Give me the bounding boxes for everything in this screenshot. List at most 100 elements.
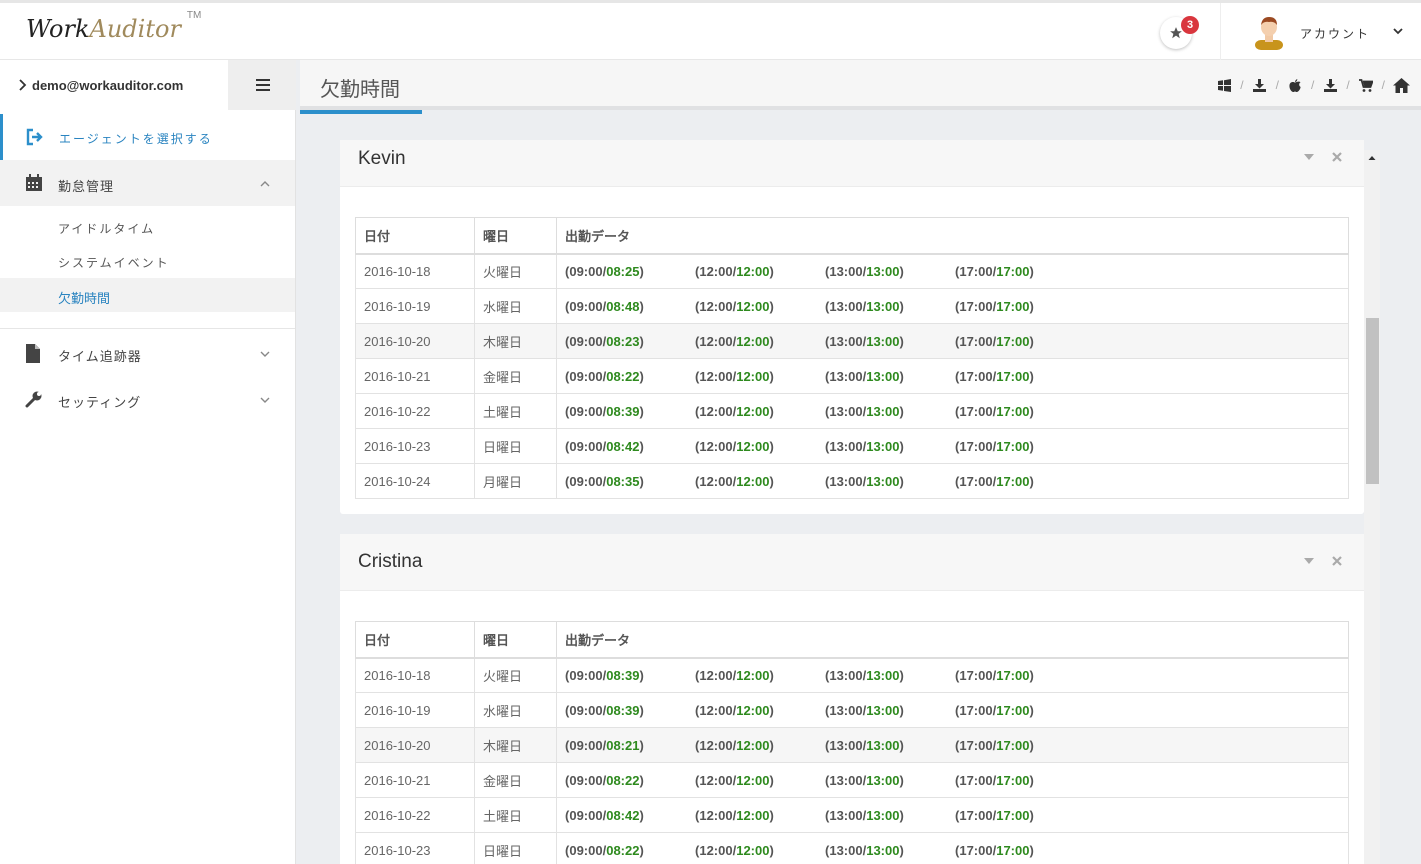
user-row[interactable]: demo@workauditor.com — [0, 60, 228, 110]
scheduled-time: 13:00 — [829, 842, 863, 858]
scheduled-time: 09:00 — [569, 438, 603, 454]
attendance-cell: (09:00/08:25) (12:00/12:00) (13:00/13:00) (… — [556, 253, 1349, 289]
date-cell: 2016-10-19 — [355, 288, 475, 324]
scroll-up-arrow[interactable] — [1364, 150, 1380, 166]
apple-icon[interactable] — [1285, 76, 1305, 94]
time-pair: (12:00/12:00) — [695, 403, 774, 419]
scheduled-time: 13:00 — [829, 473, 863, 489]
actual-time: 17:00 — [996, 807, 1030, 823]
scheduled-time: 17:00 — [959, 737, 993, 753]
close-icon[interactable] — [1332, 152, 1342, 162]
column-header-day[interactable]: 曜日 — [474, 217, 557, 255]
scrollbar-track[interactable] — [1364, 150, 1380, 864]
chevron-down-icon — [260, 397, 270, 403]
logo-work: Work — [26, 15, 90, 43]
download-icon[interactable] — [1250, 76, 1270, 94]
actual-time: 08:22 — [606, 842, 640, 858]
actual-time: 12:00 — [736, 772, 770, 788]
caret-down-icon[interactable] — [1304, 558, 1314, 564]
time-pair: (13:00/13:00) — [825, 842, 904, 858]
windows-icon[interactable] — [1214, 76, 1234, 94]
time-pair: (09:00/08:21) — [565, 737, 644, 753]
scrollbar-thumb[interactable] — [1366, 318, 1379, 484]
download-toolbar: / / / / / — [1214, 76, 1411, 94]
actual-time: 12:00 — [736, 263, 770, 279]
cart-icon[interactable] — [1356, 76, 1376, 94]
table-row[interactable]: 2016-10-19 水曜日 (09:00/08:48) (12:00/12:00)(… — [355, 288, 1349, 324]
scheduled-time: 17:00 — [959, 333, 993, 349]
weekday-cell: 火曜日 — [474, 657, 557, 693]
chevron-down-icon[interactable] — [1392, 25, 1404, 37]
scheduled-time: 17:00 — [959, 263, 993, 279]
column-header-date[interactable]: 日付 — [355, 217, 475, 255]
time-pair: (17:00/17:00) — [955, 368, 1034, 384]
actual-time: 12:00 — [736, 807, 770, 823]
actual-time: 17:00 — [996, 403, 1030, 419]
column-header-date[interactable]: 日付 — [355, 621, 475, 659]
table-row[interactable]: 2016-10-21 金曜日 (09:00/08:22) (12:00/12:00)(… — [355, 358, 1349, 394]
time-pair: (13:00/13:00) — [825, 333, 904, 349]
submenu-item-absence-time[interactable]: 欠勤時間 — [0, 278, 295, 312]
scheduled-time: 09:00 — [569, 473, 603, 489]
date-cell: 2016-10-18 — [355, 253, 475, 289]
sidebar-item-select-agent[interactable]: エージェントを選択する — [0, 114, 295, 160]
close-icon[interactable] — [1332, 556, 1342, 566]
scheduled-time: 13:00 — [829, 263, 863, 279]
submenu-item-system-events[interactable]: システムイベント — [0, 244, 295, 278]
calendar-icon — [26, 174, 42, 191]
scheduled-time: 13:00 — [829, 737, 863, 753]
sidebar-item-attendance[interactable]: 勤怠管理 — [0, 160, 295, 206]
time-pair: (12:00/12:00) — [695, 807, 774, 823]
actual-time: 08:22 — [606, 772, 640, 788]
attendance-cell: (09:00/08:23) (12:00/12:00) (13:00/13:00) (… — [556, 323, 1349, 359]
table-row[interactable]: 2016-10-24 月曜日 (09:00/08:35) (12:00/12:00)(… — [355, 463, 1349, 499]
scheduled-time: 09:00 — [569, 298, 603, 314]
scheduled-time: 13:00 — [829, 702, 863, 718]
actual-time: 08:42 — [606, 438, 640, 454]
employee-panel-kevin: Kevin 日付 曜日 出勤データ 2016-10-18 火曜日 (09:00/08… — [340, 140, 1364, 514]
sidebar-item-settings[interactable]: セッティング — [0, 376, 295, 422]
table-row[interactable]: 2016-10-23 日曜日 (09:00/08:22) (12:00/12:00)(… — [355, 832, 1349, 864]
table-row[interactable]: 2016-10-23 日曜日 (09:00/08:42) (12:00/12:00)(… — [355, 428, 1349, 464]
employee-name: Cristina — [358, 551, 423, 572]
time-pair: (12:00/12:00) — [695, 298, 774, 314]
weekday-cell: 日曜日 — [474, 832, 557, 864]
attendance-table: 日付 曜日 出勤データ 2016-10-18 火曜日 (09:00/08:39) (1… — [355, 621, 1349, 864]
time-pair: (09:00/08:22) — [565, 368, 644, 384]
column-header-attendance[interactable]: 出勤データ — [556, 217, 1349, 255]
avatar[interactable] — [1252, 14, 1286, 50]
sidebar-item-time-tracker[interactable]: タイム追跡器 — [0, 330, 295, 376]
home-icon[interactable] — [1391, 76, 1411, 94]
column-header-day[interactable]: 曜日 — [474, 621, 557, 659]
submenu-label: 欠勤時間 — [58, 291, 111, 306]
actual-time: 08:23 — [606, 333, 640, 349]
submenu-item-idle-time[interactable]: アイドルタイム — [0, 210, 295, 244]
table-row[interactable]: 2016-10-22 土曜日 (09:00/08:42) (12:00/12:00)(… — [355, 797, 1349, 833]
scheduled-time: 17:00 — [959, 368, 993, 384]
actual-time: 12:00 — [736, 473, 770, 489]
table-row[interactable]: 2016-10-22 土曜日 (09:00/08:39) (12:00/12:00)(… — [355, 393, 1349, 429]
caret-down-icon[interactable] — [1304, 154, 1314, 160]
scheduled-time: 09:00 — [569, 333, 603, 349]
table-row[interactable]: 2016-10-21 金曜日 (09:00/08:22) (12:00/12:00)(… — [355, 762, 1349, 798]
actual-time: 12:00 — [736, 368, 770, 384]
table-row[interactable]: 2016-10-20 木曜日 (09:00/08:23) (12:00/12:00)(… — [355, 323, 1349, 359]
table-row[interactable]: 2016-10-20 木曜日 (09:00/08:21) (12:00/12:00)(… — [355, 727, 1349, 763]
download-icon[interactable] — [1320, 76, 1340, 94]
page-title: 欠勤時間 — [320, 77, 400, 101]
time-pair: (13:00/13:00) — [825, 438, 904, 454]
actual-time: 08:35 — [606, 473, 640, 489]
actual-time: 12:00 — [736, 737, 770, 753]
logo[interactable]: WorkAuditor TM — [26, 10, 201, 43]
account-menu[interactable]: アカウント — [1300, 25, 1370, 42]
table-row[interactable]: 2016-10-19 水曜日 (09:00/08:39) (12:00/12:00)(… — [355, 692, 1349, 728]
actual-time: 17:00 — [996, 667, 1030, 683]
table-row[interactable]: 2016-10-18 火曜日 (09:00/08:39) (12:00/12:00)(… — [355, 657, 1349, 693]
actual-time: 13:00 — [866, 368, 900, 384]
scheduled-time: 09:00 — [569, 263, 603, 279]
actual-time: 13:00 — [866, 772, 900, 788]
column-header-attendance[interactable]: 出勤データ — [556, 621, 1349, 659]
table-row[interactable]: 2016-10-18 火曜日 (09:00/08:25) (12:00/12:00)(… — [355, 253, 1349, 289]
menu-toggle-button[interactable] — [228, 60, 296, 110]
actual-time: 08:42 — [606, 807, 640, 823]
